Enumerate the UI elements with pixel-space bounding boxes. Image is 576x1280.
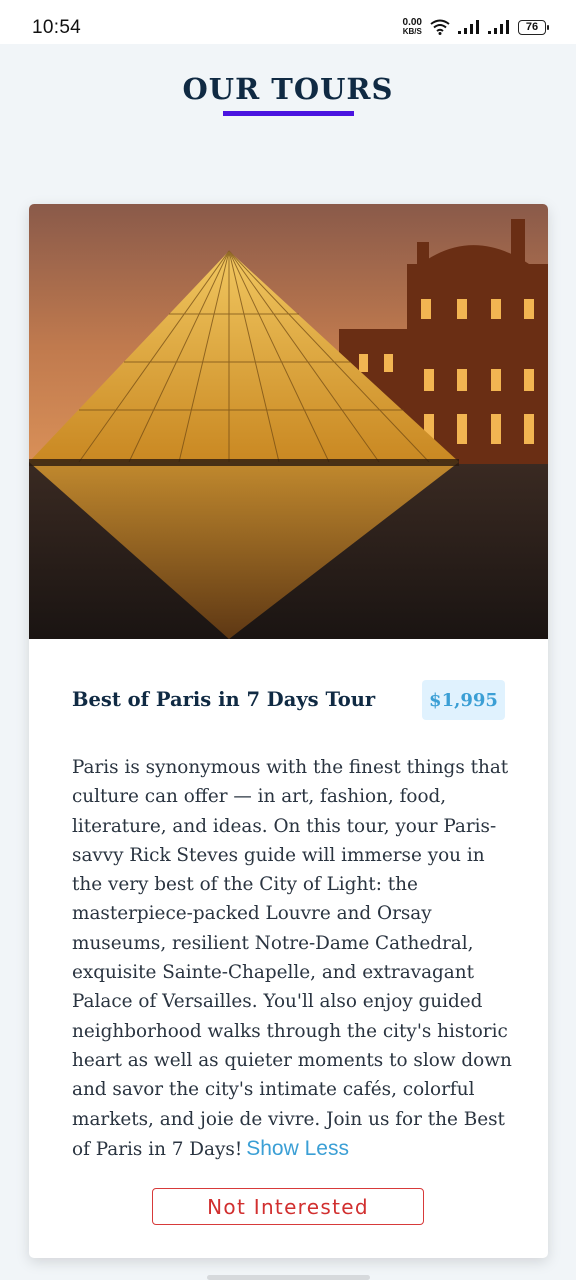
tour-card: Best of Paris in 7 Days Tour $1,995 Pari…: [29, 204, 548, 1258]
network-speed: 0.00 KB/S: [402, 17, 422, 37]
status-time: 10:54: [32, 17, 82, 38]
status-icons: 0.00 KB/S 76: [402, 16, 549, 38]
tour-description-text: Paris is synonymous with the finest thin…: [72, 757, 512, 1160]
network-speed-value: 0.00: [402, 17, 422, 28]
signal-icon: [458, 20, 479, 34]
tour-description: Paris is synonymous with the finest thin…: [72, 753, 512, 1164]
signal-icon-2: [488, 20, 509, 34]
show-less-link[interactable]: Show Less: [246, 1137, 349, 1160]
title-underline: [223, 111, 354, 116]
tour-name: Best of Paris in 7 Days Tour: [72, 688, 376, 711]
network-speed-unit: KB/S: [402, 27, 422, 36]
tour-price: $1,995: [429, 689, 498, 711]
home-indicator[interactable]: [207, 1275, 370, 1280]
page-title: OUR TOURS: [182, 72, 394, 106]
battery-level: 76: [525, 21, 539, 33]
battery-icon: 76: [518, 19, 549, 35]
status-bar: 10:54 0.00 KB/S 76: [0, 0, 576, 44]
not-interested-button[interactable]: Not Interested: [152, 1188, 424, 1225]
wifi-icon: [430, 19, 450, 35]
louvre-pyramid-photo: [29, 204, 548, 639]
price-badge: $1,995: [422, 680, 505, 720]
